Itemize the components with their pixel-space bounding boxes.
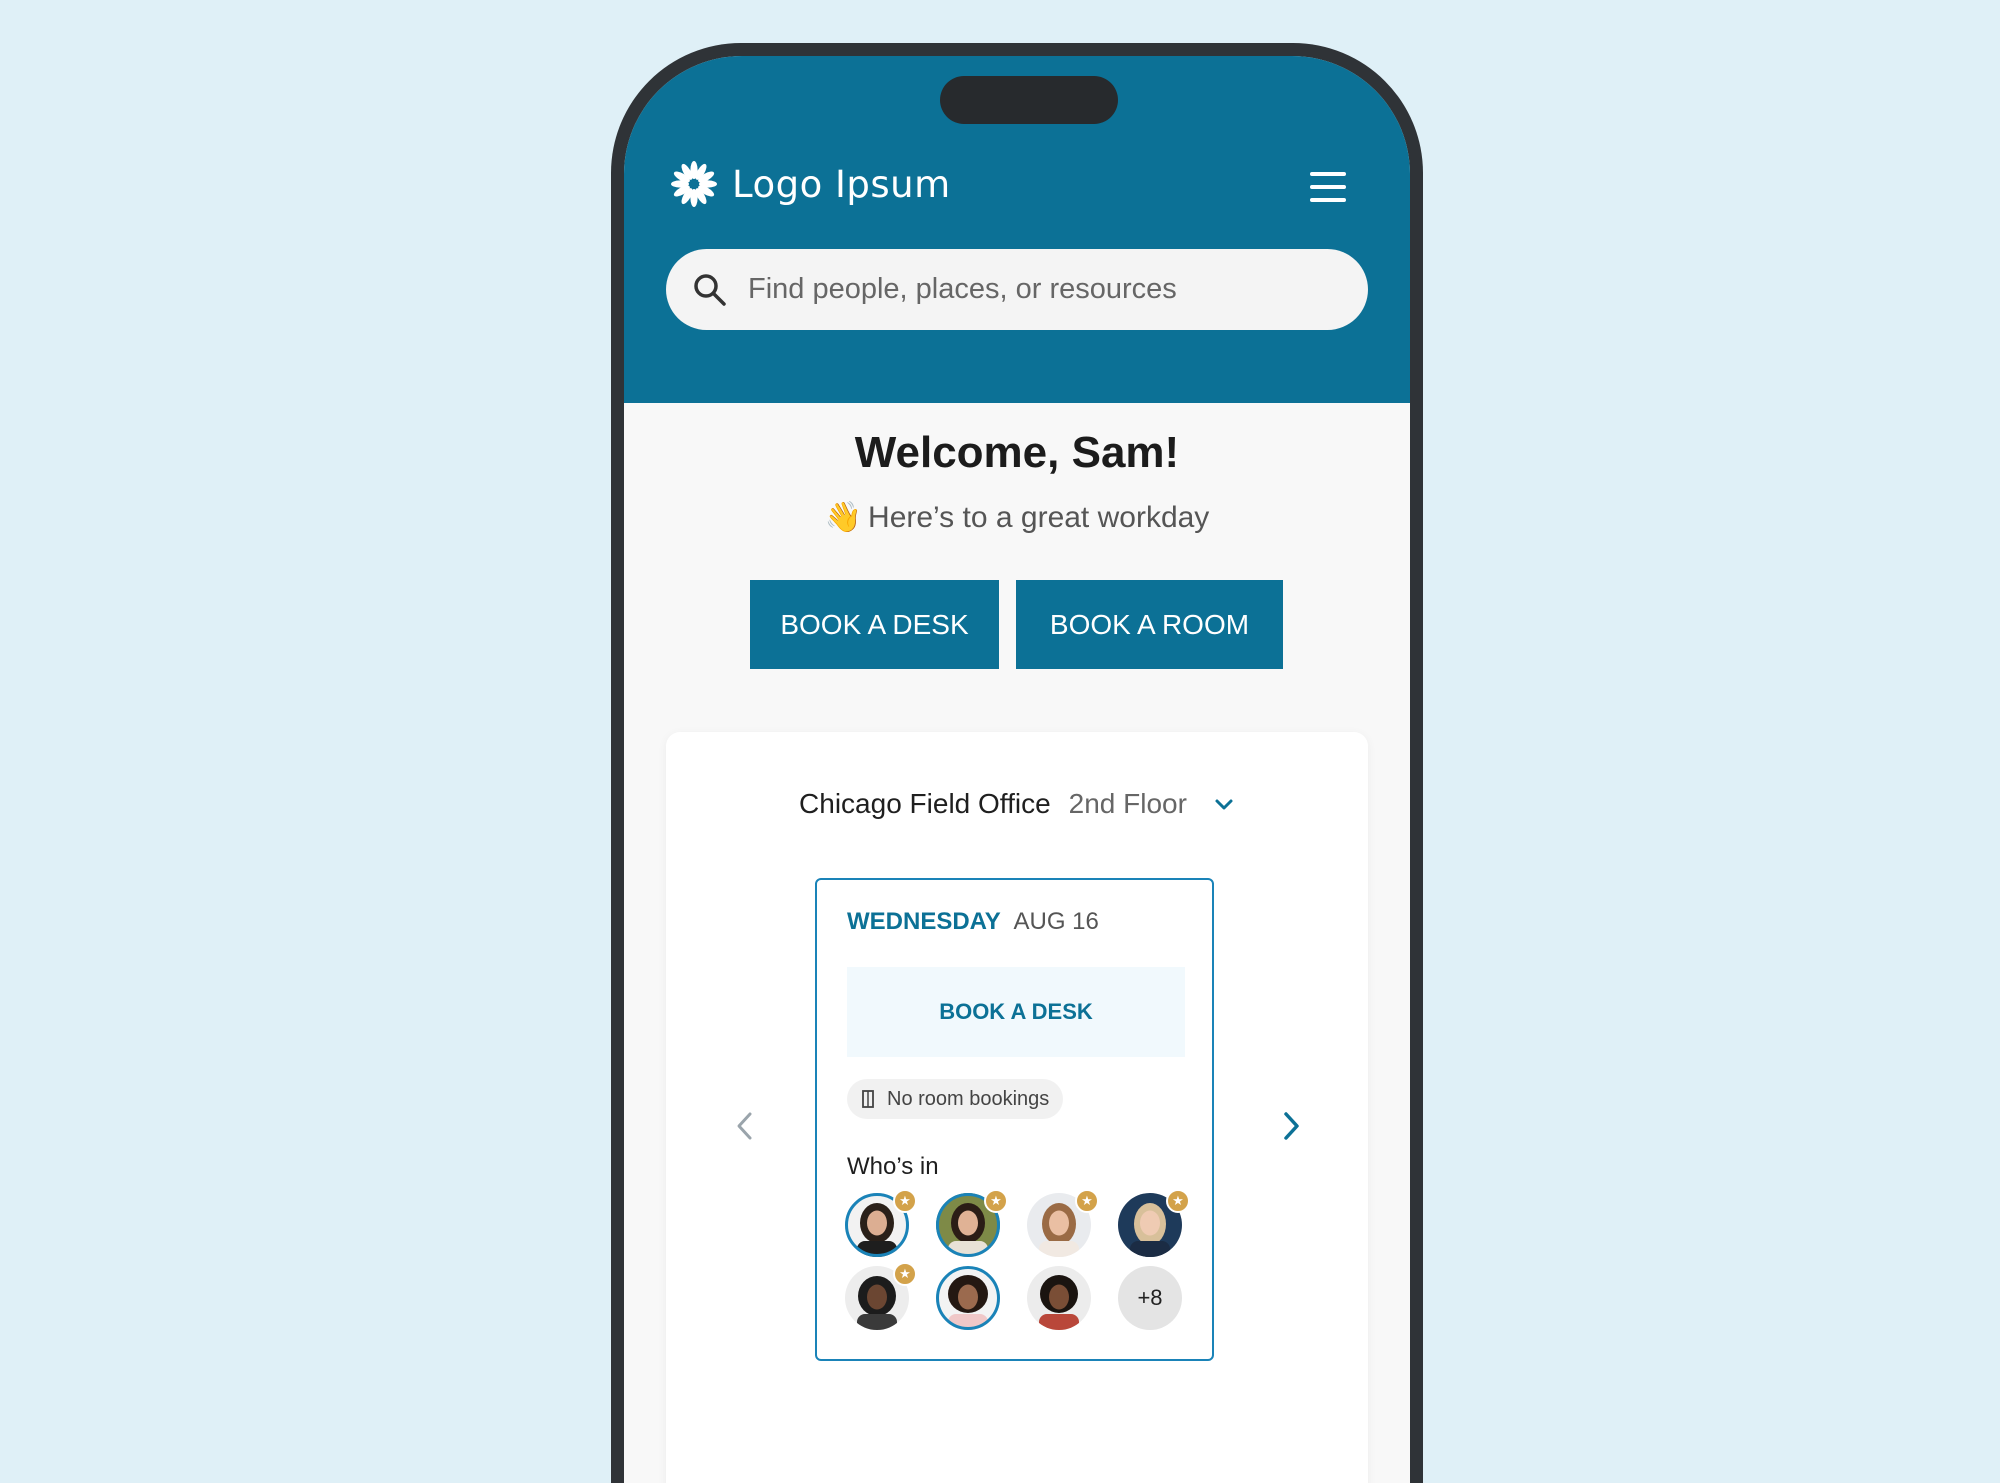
room-status-text: No room bookings bbox=[887, 1087, 1050, 1110]
sunburst-logo-icon bbox=[671, 161, 717, 207]
phone-frame: Logo Ipsum Welcome, Sam! 👋Here’s to a gr… bbox=[611, 43, 1423, 1483]
waving-hand-icon: 👋 bbox=[824, 501, 863, 534]
search-bar[interactable] bbox=[666, 249, 1368, 330]
book-desk-button[interactable]: BOOK A DESK bbox=[750, 580, 999, 669]
floor-name: 2nd Floor bbox=[1068, 788, 1187, 819]
book-room-button[interactable]: BOOK A ROOM bbox=[1016, 580, 1283, 669]
day-name: WEDNESDAY bbox=[847, 908, 1001, 935]
room-status-badge: No room bookings bbox=[847, 1079, 1064, 1119]
avatar[interactable] bbox=[936, 1266, 1000, 1330]
welcome-title: Welcome, Sam! bbox=[854, 428, 1180, 477]
chevron-left-icon[interactable] bbox=[730, 1106, 760, 1146]
favorite-star-icon: ★ bbox=[893, 1262, 917, 1286]
avatar[interactable]: ★ bbox=[845, 1262, 917, 1330]
brand-name: Logo Ipsum bbox=[732, 162, 951, 206]
attendee-avatars: ★ ★ ★ ★ ★ +8 bbox=[845, 1189, 1195, 1330]
day-book-desk-button[interactable]: BOOK A DESK bbox=[847, 967, 1185, 1057]
camera-notch bbox=[940, 76, 1118, 124]
avatar[interactable]: ★ bbox=[845, 1189, 917, 1257]
welcome-subtitle: 👋 Here’s to a great workday bbox=[624, 500, 1410, 535]
magnifier-icon bbox=[694, 273, 726, 306]
door-icon bbox=[862, 1090, 874, 1108]
hamburger-menu-icon[interactable] bbox=[1310, 172, 1346, 202]
whos-in-label: Who’s in bbox=[847, 1153, 939, 1180]
day-card: WEDNESDAY AUG 16 BOOK A DESK No room boo… bbox=[815, 878, 1214, 1361]
app-header: Logo Ipsum bbox=[624, 56, 1410, 403]
avatar[interactable]: ★ bbox=[1027, 1189, 1099, 1257]
favorite-star-icon: ★ bbox=[1166, 1189, 1190, 1213]
chevron-down-icon[interactable] bbox=[1213, 793, 1235, 815]
office-name: Chicago Field Office bbox=[799, 788, 1051, 819]
avatar[interactable]: ★ bbox=[936, 1189, 1008, 1257]
brand-logo[interactable]: Logo Ipsum bbox=[668, 158, 951, 210]
app-screen: Logo Ipsum Welcome, Sam! 👋Here’s to a gr… bbox=[624, 56, 1410, 1483]
more-attendees-badge[interactable]: +8 bbox=[1118, 1266, 1182, 1330]
avatar[interactable] bbox=[1027, 1266, 1091, 1330]
avatar-ring bbox=[936, 1266, 1000, 1330]
day-date: AUG 16 bbox=[1013, 908, 1099, 935]
avatar[interactable]: ★ bbox=[1118, 1189, 1190, 1257]
day-header: WEDNESDAY AUG 16 bbox=[847, 908, 1099, 936]
location-selector[interactable]: Chicago Field Office 2nd Floor bbox=[624, 788, 1410, 820]
favorite-star-icon: ★ bbox=[984, 1189, 1008, 1213]
welcome-subtitle-text: Here’s to a great workday bbox=[868, 501, 1210, 534]
chevron-right-icon[interactable] bbox=[1276, 1106, 1306, 1146]
favorite-star-icon: ★ bbox=[1075, 1189, 1099, 1213]
search-input[interactable] bbox=[746, 272, 1350, 307]
person-photo bbox=[1027, 1266, 1091, 1330]
favorite-star-icon: ★ bbox=[893, 1189, 917, 1213]
